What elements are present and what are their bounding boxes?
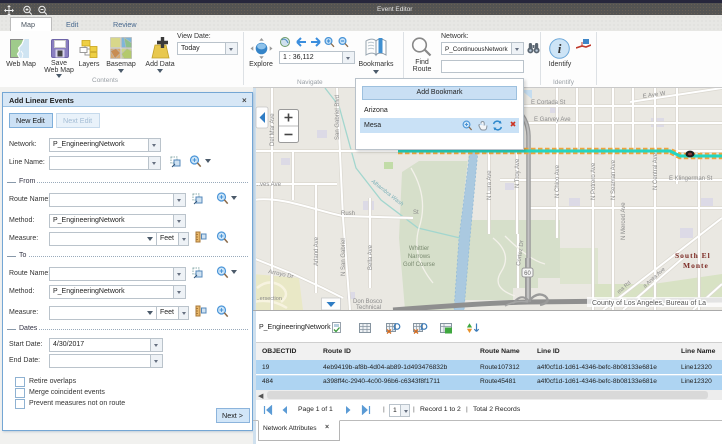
svg-text:E Klingerman St: E Klingerman St — [669, 176, 713, 182]
svg-text:N Merced Ave: N Merced Ave — [621, 202, 627, 240]
svg-text:...ersection: ...ersection — [255, 296, 282, 302]
svg-text:i: i — [558, 41, 562, 56]
svg-text:N Seaman Ave: N Seaman Ave — [611, 159, 617, 200]
svg-text:N Chico Ave: N Chico Ave — [555, 164, 561, 198]
svg-text:South El: South El — [675, 251, 711, 260]
svg-text:E Cortada St: E Cortada St — [531, 100, 566, 106]
svg-text:Del Mar Ave: Del Mar Ave — [270, 113, 276, 146]
svg-text:N Troy Ave: N Troy Ave — [515, 158, 521, 188]
svg-text:Golf Course: Golf Course — [403, 262, 436, 268]
svg-text:Bella Ave: Bella Ave — [368, 244, 374, 270]
svg-text:San Gabriel Blvd: San Gabriel Blvd — [335, 95, 341, 140]
svg-text:County of Los Angeles, Bureau: County of Los Angeles, Bureau of La — [592, 300, 706, 307]
svg-text:Monte: Monte — [683, 261, 709, 270]
svg-text:Narrows: Narrows — [408, 254, 430, 260]
svg-text:Rush: Rush — [341, 211, 355, 217]
svg-text:N Lura Ave: N Lura Ave — [487, 170, 493, 200]
svg-text:N San Gabriel: N San Gabriel — [341, 238, 347, 276]
svg-text:E Garvey Ave: E Garvey Ave — [534, 117, 571, 123]
svg-text:N Central Ave: N Central Ave — [653, 152, 659, 190]
svg-text:Arland Ave: Arland Ave — [314, 236, 320, 266]
svg-text:60: 60 — [524, 271, 531, 277]
svg-text:N Potrero Ave: N Potrero Ave — [591, 162, 597, 200]
svg-text:St: St — [413, 210, 419, 216]
svg-text:...ves Ave: ...ves Ave — [255, 182, 282, 188]
svg-text:Whittier: Whittier — [409, 246, 429, 252]
